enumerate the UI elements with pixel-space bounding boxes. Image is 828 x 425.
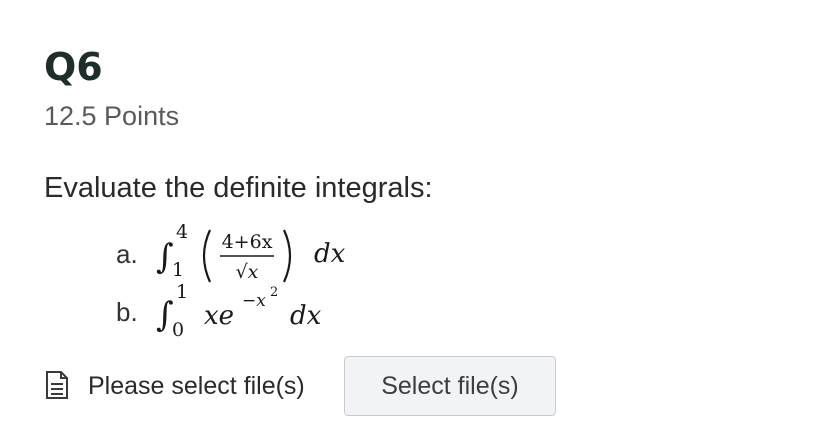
question-points: 12.5 Points — [44, 101, 180, 131]
question-title: Q6 — [44, 45, 103, 89]
question-prompt: Evaluate the definite integrals: — [44, 172, 433, 204]
differential: dx — [290, 301, 322, 331]
upper-limit: 4 — [176, 221, 188, 243]
lower-limit: 1 — [172, 259, 184, 281]
item-label: b. — [116, 296, 138, 327]
exponent: −x — [242, 291, 266, 311]
upper-limit: 1 — [176, 284, 188, 303]
fraction-numerator: 4+6x — [222, 231, 273, 253]
integrand-base: xe — [204, 301, 234, 331]
fraction-denominator: √x — [236, 261, 259, 283]
select-files-button[interactable]: Select file(s) — [344, 356, 556, 416]
file-status-text: Please select file(s) — [88, 372, 305, 400]
integral-expression-a: ∫ 4 1 4+6x √x dx — [156, 218, 396, 290]
exponent-power: 2 — [270, 285, 278, 300]
left-paren — [202, 229, 211, 283]
integral-item-a: a. ∫ 4 1 4+6x √x dx — [116, 218, 396, 290]
differential: dx — [314, 239, 346, 269]
integral-expression-b: ∫ 1 0 xe −x 2 dx — [156, 284, 396, 340]
item-label: a. — [116, 238, 138, 269]
file-upload-row: Please select file(s) Select file(s) — [44, 356, 564, 418]
right-paren — [283, 229, 292, 283]
lower-limit: 0 — [172, 319, 184, 340]
file-icon — [44, 370, 70, 400]
integral-item-b: b. ∫ 1 0 xe −x 2 dx — [116, 284, 396, 340]
